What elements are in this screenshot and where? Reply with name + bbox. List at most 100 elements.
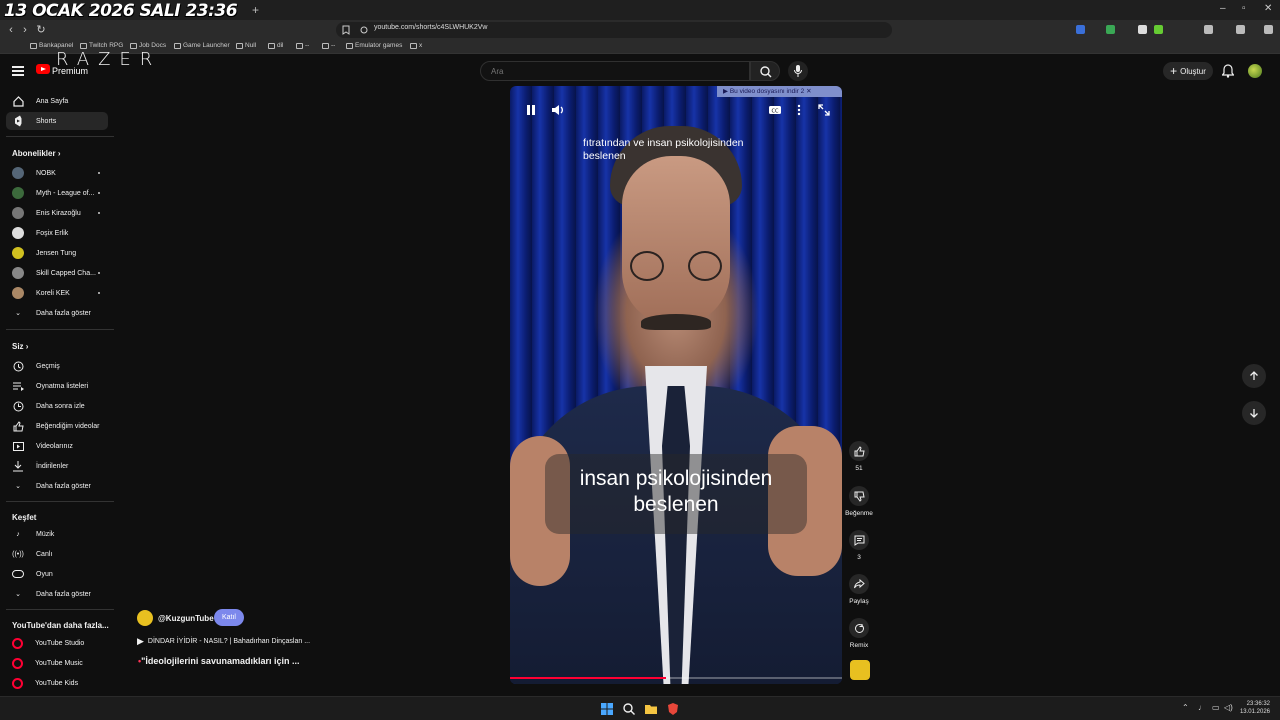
- comment-count: 3: [857, 554, 861, 561]
- address-bar[interactable]: youtube.com/shorts/c4SLWHUK2Vw: [336, 22, 892, 38]
- video-title[interactable]: •"İdeolojilerini savunamadıkları için ..…: [138, 656, 299, 666]
- dislike-button[interactable]: [849, 486, 869, 506]
- bookmark-item[interactable]: x: [410, 42, 422, 49]
- forward-icon[interactable]: ›: [18, 23, 32, 37]
- sidebar-item-home[interactable]: Ana Sayfa: [6, 92, 108, 110]
- music-icon: ♪: [16, 530, 20, 538]
- extensions-puzzle-icon[interactable]: [1236, 25, 1245, 34]
- play-icon: ▶: [137, 636, 144, 646]
- bookmark-icon[interactable]: [342, 25, 350, 35]
- menu-icon[interactable]: [1264, 25, 1273, 34]
- sidebar-item-your-videos[interactable]: Videolarınız: [6, 437, 108, 455]
- channel-handle[interactable]: @KuzgunTube: [158, 614, 214, 623]
- sidebar-item-youtube-kids[interactable]: YouTube Kids: [6, 674, 108, 692]
- search-button[interactable]: [750, 61, 780, 81]
- sidebar-item-history[interactable]: Geçmiş: [6, 357, 108, 375]
- remix-button[interactable]: [849, 618, 869, 638]
- sidebar-item-downloads[interactable]: İndirilenler: [6, 457, 108, 475]
- sidebar-item-youtube-studio[interactable]: YouTube Studio: [6, 634, 108, 652]
- channel-thumbnail[interactable]: [850, 660, 870, 680]
- minimize-icon[interactable]: –: [1220, 3, 1226, 14]
- reload-icon[interactable]: ↻: [34, 23, 48, 37]
- volume-icon[interactable]: [551, 103, 565, 117]
- search-box[interactable]: [480, 61, 750, 81]
- bookmark-item[interactable]: dil: [268, 42, 284, 49]
- bookmark-item[interactable]: --: [296, 42, 309, 49]
- sidebar-item-gaming[interactable]: Oyun: [6, 565, 108, 583]
- close-icon[interactable]: ✕: [1264, 3, 1272, 14]
- show-more-explore[interactable]: ⌄ Daha fazla göster: [6, 585, 108, 603]
- comments-button[interactable]: [849, 530, 869, 550]
- sidebar-item-subscription[interactable]: NOBK: [6, 164, 108, 182]
- sidebar-item-liked[interactable]: Beğendiğim videolar: [6, 417, 108, 435]
- music-icon[interactable]: [1204, 25, 1213, 34]
- create-button[interactable]: + Oluştur: [1163, 62, 1213, 80]
- sidebar-item-subscription[interactable]: Koreli KEK: [6, 284, 108, 302]
- bookmark-item[interactable]: Emulator games: [346, 42, 402, 49]
- bookmark-item[interactable]: Null: [236, 42, 256, 49]
- sidebar-item-live[interactable]: ((•)) Canlı: [6, 545, 108, 563]
- like-action[interactable]: 51: [848, 441, 870, 472]
- bookmark-item[interactable]: Twitch RPG: [80, 42, 123, 49]
- file-explorer-icon[interactable]: [644, 702, 658, 716]
- bookmark-item[interactable]: Job Docs: [130, 42, 166, 49]
- fullscreen-icon[interactable]: [817, 103, 831, 117]
- notifications-icon[interactable]: [1222, 64, 1234, 78]
- pause-icon[interactable]: [524, 103, 538, 117]
- sidebar-item-subscription[interactable]: Myth - League of...: [6, 184, 108, 202]
- bookmark-item[interactable]: --: [322, 42, 335, 49]
- new-tab-button[interactable]: +: [252, 3, 259, 17]
- bookmark-item[interactable]: Game Launcher: [174, 42, 230, 49]
- sidebar-item-youtube-music[interactable]: YouTube Music: [6, 654, 108, 672]
- sidebar-item-subscription[interactable]: Foşix Erlik: [6, 224, 108, 242]
- sidebar-item-subscription[interactable]: Enis Kirazoğlu: [6, 204, 108, 222]
- site-info-icon[interactable]: [360, 26, 368, 34]
- browser-icon[interactable]: [666, 702, 680, 716]
- sidebar-item-music[interactable]: ♪ Müzik: [6, 525, 108, 543]
- shorts-video-player[interactable]: ▶ Bu video dosyasını indir 2 ✕ CC fıtrat…: [510, 86, 842, 684]
- remix-action[interactable]: Remix: [848, 618, 870, 649]
- sidebar-item-shorts[interactable]: Shorts: [6, 112, 108, 130]
- join-button[interactable]: Katıl: [214, 609, 244, 626]
- volume-icon[interactable]: ◁): [1224, 703, 1233, 712]
- more-options-icon[interactable]: [792, 103, 806, 117]
- translate-icon[interactable]: [1076, 25, 1085, 34]
- sidebar-item-subscription[interactable]: Skill Capped Cha...: [6, 264, 108, 282]
- close-icon[interactable]: ✕: [806, 88, 811, 95]
- extension-icon[interactable]: [1106, 25, 1115, 34]
- show-more-subscriptions[interactable]: ⌄ Daha fazla göster: [6, 304, 108, 322]
- dislike-action[interactable]: Beğenme: [845, 486, 873, 517]
- show-more-you[interactable]: ⌄ Daha fazla göster: [6, 477, 108, 495]
- account-avatar[interactable]: [1248, 64, 1262, 78]
- network-icon[interactable]: ▭: [1212, 703, 1220, 712]
- share-button[interactable]: [849, 574, 869, 594]
- search-icon[interactable]: [622, 702, 636, 716]
- extension-icon[interactable]: [1138, 25, 1147, 34]
- related-video-link[interactable]: ▶ DİNDAR İYİDİR - NASIL? | Bahadırhan Di…: [137, 636, 310, 647]
- sidebar-item-subscription[interactable]: Jensen Tung: [6, 244, 108, 262]
- you-heading[interactable]: Siz ›: [12, 342, 28, 351]
- channel-avatar[interactable]: [137, 610, 153, 626]
- search-input[interactable]: [491, 67, 731, 76]
- share-action[interactable]: Paylaş: [848, 574, 870, 605]
- restore-icon[interactable]: ▫: [1242, 3, 1246, 14]
- previous-short-button[interactable]: [1242, 364, 1266, 388]
- youtube-logo-icon[interactable]: [36, 64, 50, 74]
- comments-action[interactable]: 3: [848, 530, 870, 561]
- tray-clock[interactable]: 23:36:32 13.01.2026: [1240, 700, 1270, 716]
- back-icon[interactable]: ‹: [4, 23, 18, 37]
- voice-search-button[interactable]: [788, 61, 808, 81]
- like-button[interactable]: [849, 441, 869, 461]
- extension-icon[interactable]: [1154, 25, 1163, 34]
- windows-start-icon[interactable]: [600, 702, 614, 716]
- menu-icon[interactable]: [12, 66, 24, 76]
- download-banner[interactable]: ▶ Bu video dosyasını indir 2 ✕: [717, 86, 842, 97]
- sidebar-item-playlists[interactable]: Oynatma listeleri: [6, 377, 108, 395]
- microphone-icon[interactable]: ♩: [1198, 703, 1206, 712]
- captions-icon[interactable]: CC: [768, 103, 782, 117]
- sidebar-item-watch-later[interactable]: Daha sonra izle: [6, 397, 108, 415]
- subscriptions-heading[interactable]: Abonelikler ›: [12, 149, 60, 158]
- bookmark-item[interactable]: Bankapanel: [30, 42, 73, 49]
- tray-chevron-icon[interactable]: ⌃: [1182, 703, 1189, 712]
- next-short-button[interactable]: [1242, 401, 1266, 425]
